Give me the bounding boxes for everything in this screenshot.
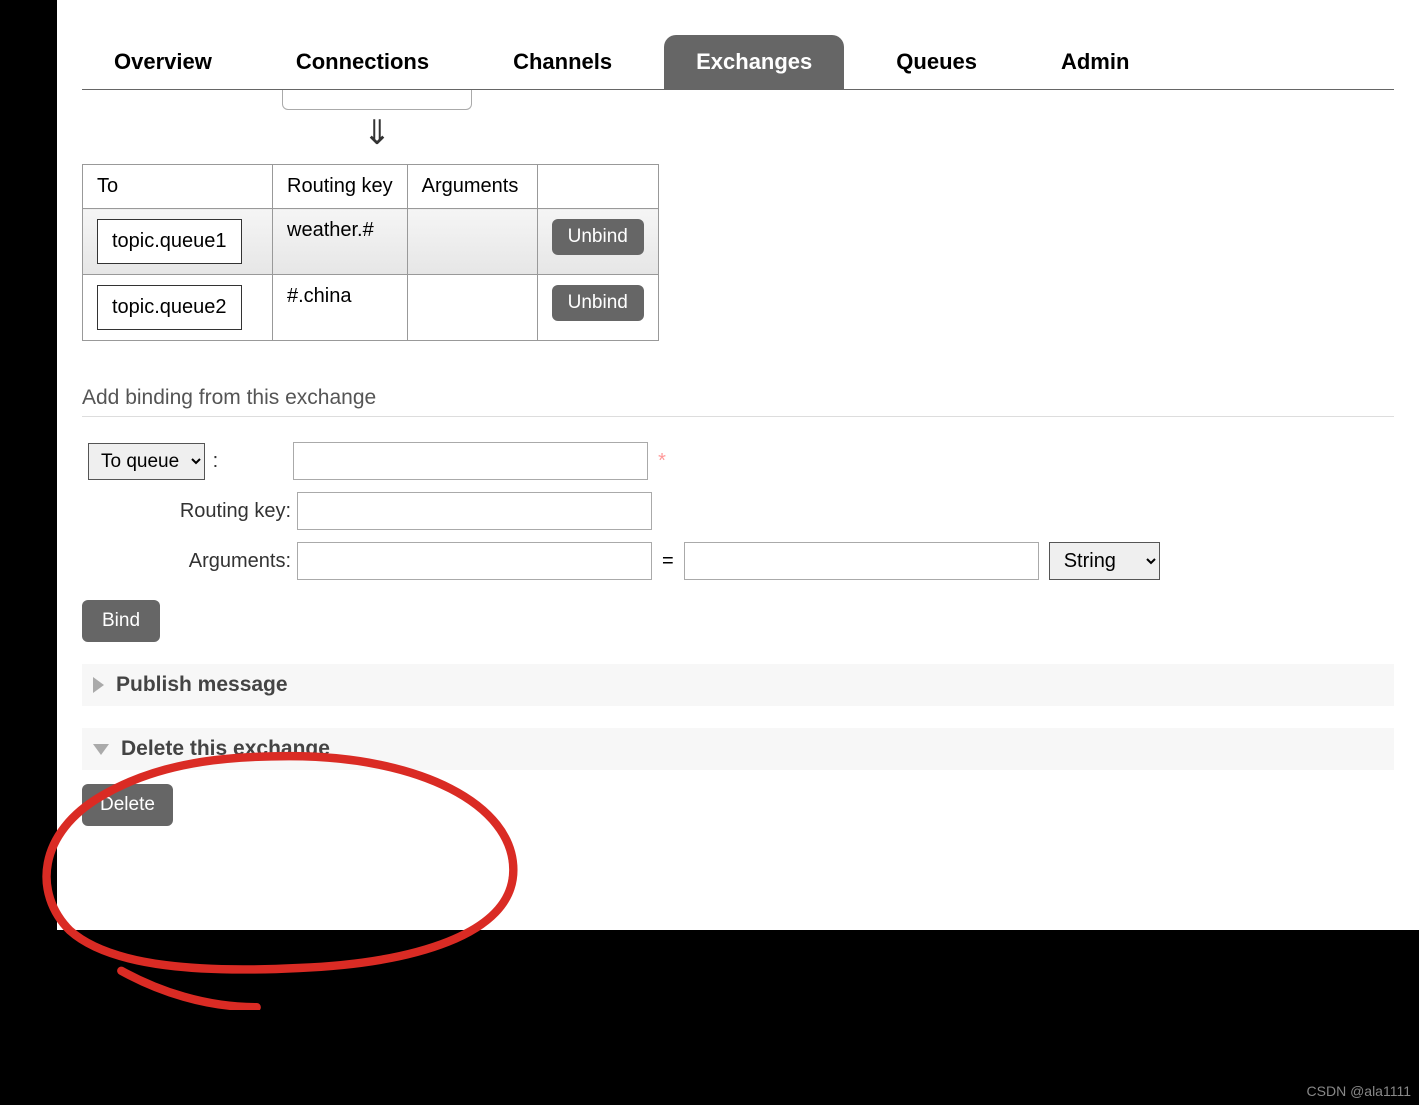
bind-button[interactable]: Bind [82, 600, 160, 642]
tab-exchanges[interactable]: Exchanges [664, 35, 844, 89]
tab-connections[interactable]: Connections [264, 35, 461, 89]
unbind-button[interactable]: Unbind [552, 285, 644, 321]
col-routing-key: Routing key [273, 165, 408, 209]
delete-button[interactable]: Delete [82, 784, 173, 826]
source-exchange-box [282, 90, 472, 110]
arguments-cell [407, 275, 537, 341]
form-row-arguments: Arguments: = String [82, 542, 1394, 580]
routing-key-cell: weather.# [273, 209, 408, 275]
form-row-routing-key: Routing key: [82, 492, 1394, 530]
col-action [537, 165, 658, 209]
form-row-destination: To queue : * [82, 442, 1394, 480]
destination-name-input[interactable] [293, 442, 648, 480]
app-frame: Overview Connections Channels Exchanges … [57, 0, 1419, 930]
tab-queues[interactable]: Queues [864, 35, 1009, 89]
add-binding-title: Add binding from this exchange [82, 386, 1394, 417]
tab-admin[interactable]: Admin [1029, 35, 1161, 89]
table-row: topic.queue2 #.china Unbind [83, 275, 659, 341]
routing-key-cell: #.china [273, 275, 408, 341]
queue-link[interactable]: topic.queue1 [97, 219, 242, 264]
arguments-label: Arguments: [82, 550, 297, 573]
argument-type-select[interactable]: String [1049, 542, 1160, 580]
arrow-down-icon: ⇓ [282, 110, 472, 164]
bindings-table: To Routing key Arguments topic.queue1 we… [82, 164, 659, 341]
unbind-button[interactable]: Unbind [552, 219, 644, 255]
tab-overview[interactable]: Overview [82, 35, 244, 89]
add-binding-form: To queue : * Routing key: Arguments: = S… [82, 442, 1394, 642]
routing-key-label: Routing key: [82, 500, 297, 523]
colon-label: : [211, 450, 223, 472]
argument-key-input[interactable] [297, 542, 652, 580]
tab-bar: Overview Connections Channels Exchanges … [82, 0, 1394, 90]
table-header-row: To Routing key Arguments [83, 165, 659, 209]
required-marker: * [648, 450, 666, 473]
col-arguments: Arguments [407, 165, 537, 209]
equals-label: = [652, 550, 684, 573]
arguments-cell [407, 209, 537, 275]
publish-message-label: Publish message [116, 673, 288, 697]
queue-link[interactable]: topic.queue2 [97, 285, 242, 330]
delete-exchange-section[interactable]: Delete this exchange [82, 728, 1394, 770]
tab-channels[interactable]: Channels [481, 35, 644, 89]
routing-key-input[interactable] [297, 492, 652, 530]
publish-message-section[interactable]: Publish message [82, 664, 1394, 706]
destination-type-select[interactable]: To queue [88, 443, 205, 480]
col-to: To [83, 165, 273, 209]
table-row: topic.queue1 weather.# Unbind [83, 209, 659, 275]
chevron-right-icon [93, 677, 104, 693]
content-area: ⇓ To Routing key Arguments topic.queue1 … [57, 90, 1419, 841]
argument-value-input[interactable] [684, 542, 1039, 580]
chevron-down-icon [93, 744, 109, 755]
watermark: CSDN @ala1111 [1307, 1083, 1411, 1099]
delete-exchange-label: Delete this exchange [121, 737, 330, 761]
